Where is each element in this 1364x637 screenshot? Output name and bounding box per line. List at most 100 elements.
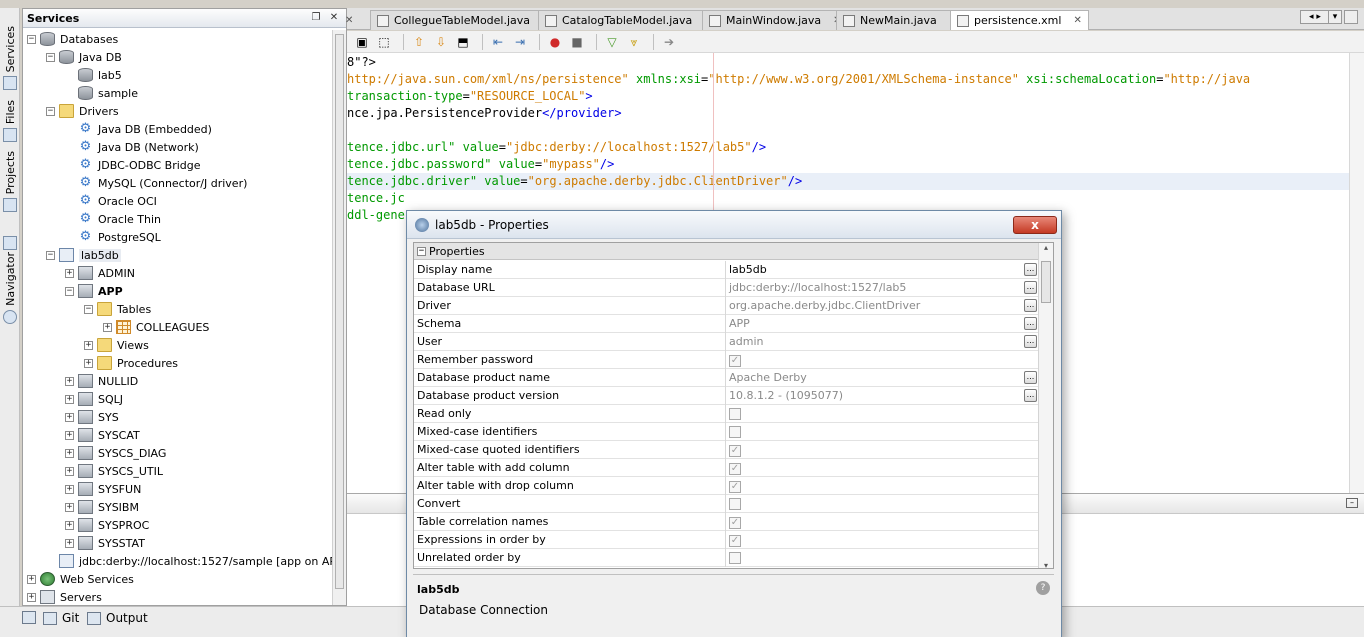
tree-node[interactable]: + ADMIN	[65, 264, 135, 282]
tree-node[interactable]: ⚙ JDBC-ODBC Bridge	[65, 156, 201, 174]
tab-list-dropdown[interactable]: ▾	[1328, 10, 1342, 24]
output-window-button[interactable]: Output	[87, 611, 148, 625]
dialog-close-button[interactable]: x	[1013, 215, 1057, 234]
ellipsis-button[interactable]: ...	[1024, 388, 1037, 402]
property-value[interactable]: ✓	[726, 477, 1039, 495]
expand-icon[interactable]: +	[65, 268, 74, 278]
property-checkbox[interactable]: ✓	[729, 534, 741, 547]
property-value[interactable]: admin...	[726, 333, 1039, 351]
tab-main-window[interactable]: MainWindow.java ✕	[702, 10, 849, 30]
code-line[interactable]: nce.jpa.PersistenceProvider</provider>	[347, 105, 622, 122]
check-xml-icon[interactable]: ▽	[603, 34, 621, 50]
tree-node[interactable]: + COLLEAGUES	[103, 318, 209, 336]
tree-node[interactable]: + SYSIBM	[65, 498, 139, 516]
property-checkbox[interactable]: ✓	[729, 462, 741, 475]
projects-tab[interactable]: Projects	[0, 151, 20, 214]
shift-right-icon[interactable]: ⇥	[511, 34, 529, 50]
shift-left-icon[interactable]: ⇤	[489, 34, 507, 50]
property-category[interactable]: − Properties	[414, 243, 1053, 260]
tree-node[interactable]: + Servers	[27, 588, 102, 605]
property-row[interactable]: Display name lab5db...	[414, 260, 1039, 279]
property-row[interactable]: Expressions in order by ✓	[414, 530, 1039, 549]
property-value[interactable]: ✓	[726, 351, 1039, 369]
property-row[interactable]: Mixed-case quoted identifiers ✓	[414, 440, 1039, 459]
expand-icon[interactable]: +	[65, 430, 74, 440]
property-value[interactable]: org.apache.derby.jdbc.ClientDriver...	[726, 297, 1039, 315]
tab-catalog-table-model[interactable]: CatalogTableModel.java ✕	[538, 10, 720, 30]
previous-bookmark-icon[interactable]: ⇧	[410, 34, 428, 50]
property-value[interactable]: APP...	[726, 315, 1039, 333]
tree-node[interactable]: + SYS	[65, 408, 119, 426]
expand-icon[interactable]: +	[65, 394, 74, 404]
tree-node[interactable]: − Java DB	[46, 48, 122, 66]
tree-node[interactable]: + SYSCAT	[65, 426, 140, 444]
tree-node[interactable]: + SYSCS_UTIL	[65, 462, 163, 480]
code-line[interactable]: 8"?>	[347, 54, 376, 71]
expand-icon[interactable]: +	[65, 502, 74, 512]
tree-node[interactable]: lab5	[65, 66, 122, 84]
property-checkbox[interactable]	[729, 497, 741, 510]
ellipsis-button[interactable]: ...	[1024, 280, 1037, 294]
expand-icon[interactable]: +	[84, 340, 93, 350]
property-row[interactable]: Alter table with add column ✓	[414, 458, 1039, 477]
expand-icon[interactable]: +	[103, 322, 112, 332]
tree-node[interactable]: − APP	[65, 282, 123, 300]
property-value[interactable]	[726, 423, 1039, 441]
property-row[interactable]: Alter table with drop column ✓	[414, 476, 1039, 495]
code-scrollbar[interactable]	[1349, 53, 1364, 493]
history-icon[interactable]: ⬚	[375, 34, 393, 50]
property-value[interactable]: ✓	[726, 531, 1039, 549]
close-icon[interactable]: ✕	[345, 15, 353, 26]
code-line[interactable]: ddl-gene	[347, 207, 405, 224]
collapse-icon[interactable]: −	[84, 304, 93, 314]
property-checkbox[interactable]: ✓	[729, 354, 741, 367]
tab-new-main[interactable]: NewMain.java ✕	[836, 10, 965, 30]
expand-icon[interactable]: +	[65, 412, 74, 422]
ellipsis-button[interactable]: ...	[1024, 316, 1037, 330]
maximize-editor-button[interactable]	[1344, 10, 1358, 24]
restore-window-icon[interactable]: ❐	[310, 12, 322, 24]
tree-node[interactable]: ⚙ Oracle OCI	[65, 192, 157, 210]
tree-scroll-thumb[interactable]	[335, 34, 344, 589]
tab-close-fragment[interactable]: ✕	[339, 10, 361, 30]
property-row[interactable]: Read only	[414, 404, 1039, 423]
property-value[interactable]: ✓	[726, 459, 1039, 477]
property-row[interactable]: Driver org.apache.derby.jdbc.ClientDriver…	[414, 296, 1039, 315]
ellipsis-button[interactable]: ...	[1024, 370, 1037, 384]
git-window-button[interactable]: Git	[43, 611, 79, 625]
code-line[interactable]: tence.jdbc.driver" value="org.apache.der…	[347, 173, 1349, 190]
tree-node[interactable]: − Databases	[27, 30, 118, 48]
tree-node[interactable]: + NULLID	[65, 372, 138, 390]
tree-node[interactable]: − lab5db	[46, 246, 121, 264]
property-sheet-scrollbar[interactable]: ▴ ▾	[1038, 243, 1053, 568]
property-checkbox[interactable]: ✓	[729, 444, 741, 457]
scroll-up-icon[interactable]: ▴	[1039, 243, 1053, 252]
property-value[interactable]	[726, 405, 1039, 423]
ellipsis-button[interactable]: ...	[1024, 262, 1037, 276]
tree-node[interactable]: + Procedures	[84, 354, 178, 372]
services-tab[interactable]: Services	[0, 26, 20, 92]
tree-node[interactable]: ⚙ Java DB (Network)	[65, 138, 199, 156]
collapse-icon[interactable]: −	[417, 246, 426, 256]
property-value[interactable]	[726, 549, 1039, 567]
tree-node[interactable]: sample	[65, 84, 138, 102]
collapse-icon[interactable]: −	[46, 52, 55, 62]
property-row[interactable]: Table correlation names ✓	[414, 512, 1039, 531]
tab-persistence-xml[interactable]: persistence.xml ✕	[950, 10, 1089, 30]
tree-node[interactable]: ⚙ Java DB (Embedded)	[65, 120, 212, 138]
collapse-icon[interactable]: −	[27, 34, 36, 44]
property-value[interactable]: jdbc:derby://localhost:1527/lab5...	[726, 279, 1039, 297]
minimize-panel-icon[interactable]: –	[1346, 498, 1358, 508]
scroll-tabs-buttons[interactable]: ◂ ▸	[1300, 10, 1330, 24]
next-bookmark-icon[interactable]: ⇩	[432, 34, 450, 50]
xsl-transform-icon[interactable]: ➔	[660, 34, 678, 50]
toggle-bookmark-icon[interactable]: ⬒	[454, 34, 472, 50]
property-checkbox[interactable]	[729, 551, 741, 564]
expand-icon[interactable]: +	[84, 358, 93, 368]
source-view-icon[interactable]: ▣	[353, 34, 371, 50]
bottom-left-button[interactable]	[22, 611, 41, 624]
code-line[interactable]: tence.jdbc.password" value="mypass"/>	[347, 156, 614, 173]
property-row[interactable]: Remember password ✓	[414, 350, 1039, 369]
property-checkbox[interactable]: ✓	[729, 480, 741, 493]
code-line[interactable]: tence.jc	[347, 190, 405, 207]
